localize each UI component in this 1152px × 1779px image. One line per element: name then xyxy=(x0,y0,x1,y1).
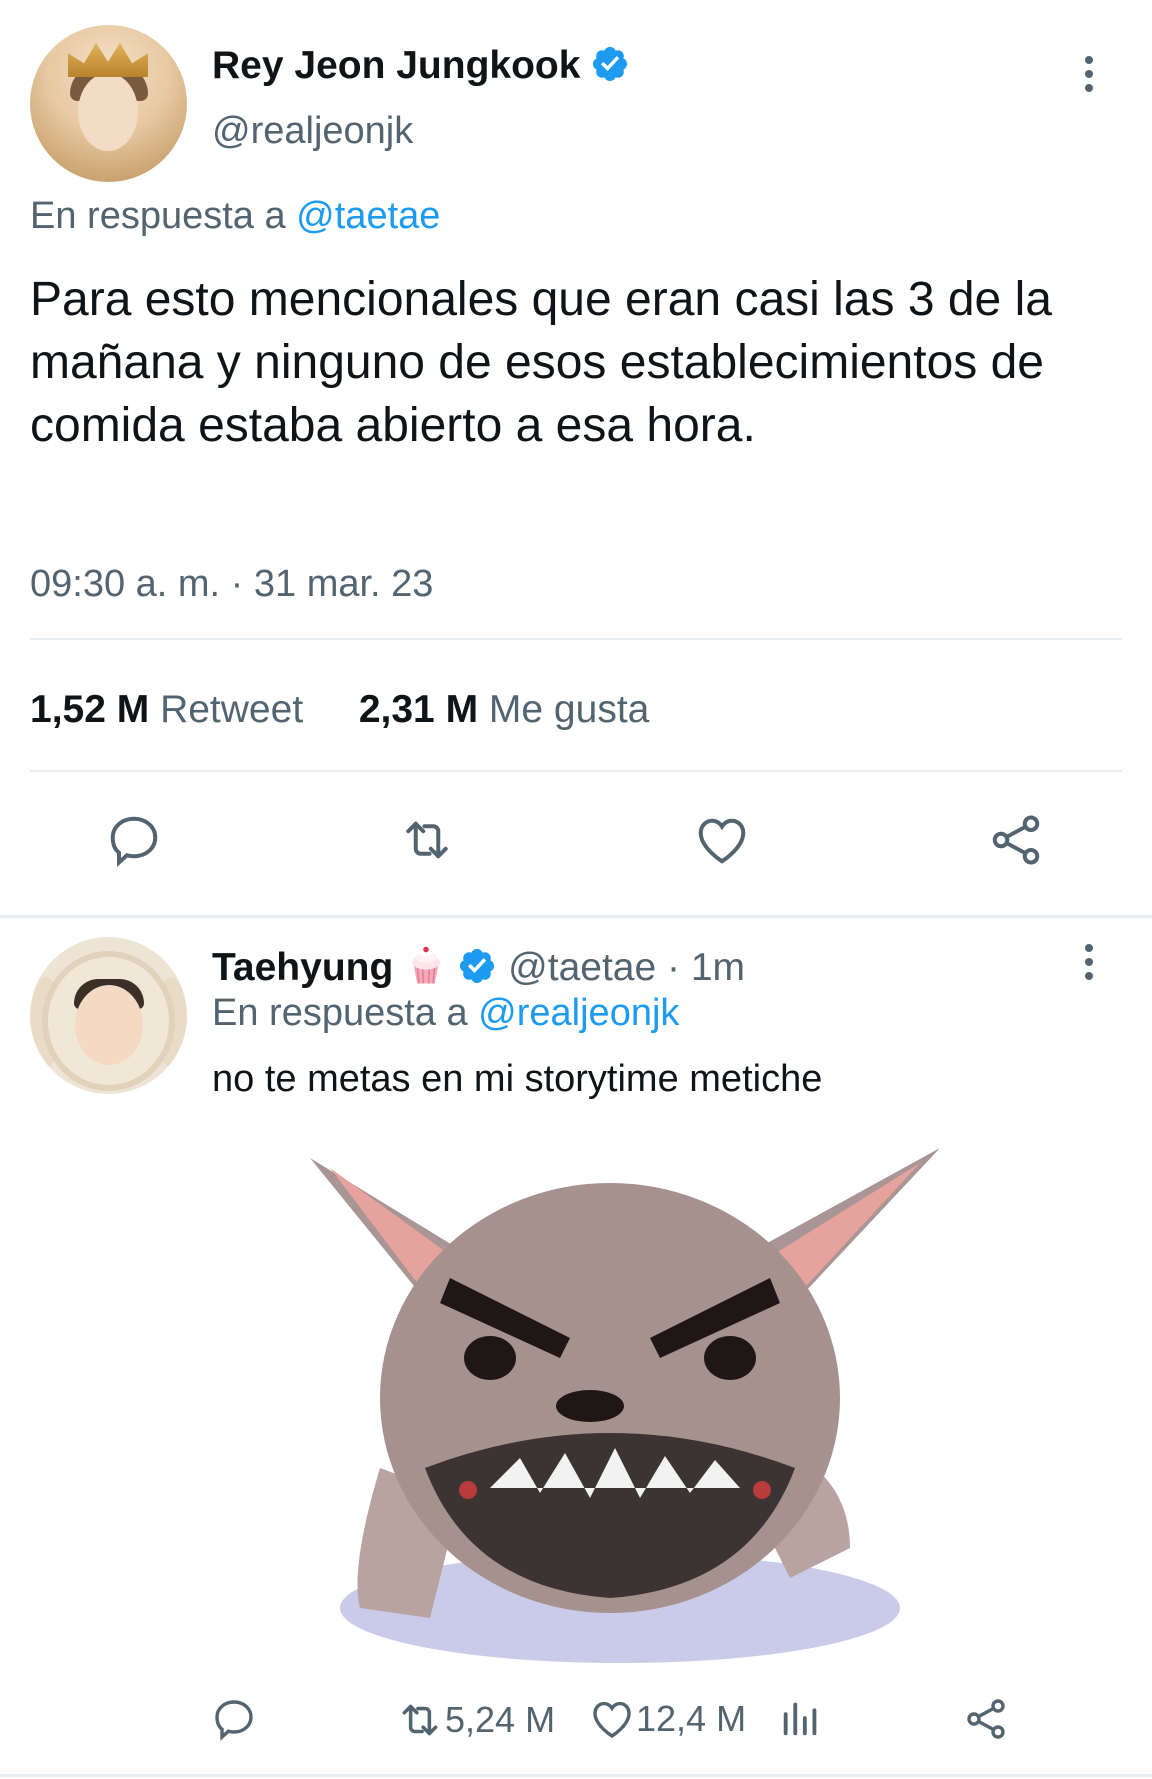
share-icon xyxy=(992,815,1040,865)
dog-gum-right xyxy=(753,1481,771,1499)
like-button[interactable] xyxy=(692,810,752,870)
reply-tweet-text: no te metas en mi storytime metiche xyxy=(212,1058,823,1100)
main-tweet-text: Para esto mencionales que eran casi las … xyxy=(30,273,1052,452)
like-label: Me gusta xyxy=(488,688,650,731)
divider xyxy=(30,638,1122,640)
share-icon xyxy=(967,1699,1005,1739)
avatar-face xyxy=(75,985,143,1065)
divider xyxy=(30,770,1122,772)
reply-context: En respuesta a @realjeonjk xyxy=(212,992,679,1035)
retweet-icon xyxy=(406,821,448,859)
more-vertical-icon[interactable] xyxy=(1082,944,1096,984)
heart-icon xyxy=(698,818,746,864)
reply-icon xyxy=(215,1700,253,1741)
retweet-icon xyxy=(402,1704,438,1736)
main-timestamp[interactable]: 09:30 a. m. · 31 mar. 23 xyxy=(30,563,433,606)
angry-dog-image[interactable] xyxy=(290,1138,970,1678)
reply-to-link[interactable]: @realjeonjk xyxy=(478,992,679,1034)
more-vertical-icon[interactable] xyxy=(1082,56,1096,96)
analytics-button[interactable] xyxy=(778,1695,824,1741)
reply-handle-time[interactable]: @taetae · 1m xyxy=(508,946,745,989)
reply-button[interactable] xyxy=(104,810,164,870)
bottom-divider xyxy=(0,1774,1152,1777)
engagement-stats: 1,52 M Retweet 2,31 M Me gusta xyxy=(30,688,649,732)
main-display-name[interactable]: Rey Jeon Jungkook xyxy=(212,44,630,88)
avatar-face xyxy=(78,73,138,151)
retweet-label: Retweet xyxy=(160,688,304,731)
reply-prefix: En respuesta a xyxy=(212,992,468,1034)
heart-icon xyxy=(593,1701,631,1739)
dog-nose xyxy=(556,1390,624,1422)
like-button[interactable]: 12,4 M xyxy=(588,1695,746,1743)
retweet-button[interactable]: 5,24 M xyxy=(395,1695,555,1745)
main-handle[interactable]: @realjeonjk xyxy=(212,110,413,153)
retweet-button[interactable] xyxy=(397,810,457,870)
retweet-count: 5,24 M xyxy=(445,1699,556,1740)
dog-eye-right xyxy=(704,1336,756,1380)
reply-icon xyxy=(110,816,158,868)
share-button[interactable] xyxy=(962,1695,1010,1743)
reply-display-name[interactable]: Taehyung xyxy=(212,946,393,989)
reply-to-link[interactable]: @taetae xyxy=(296,195,440,237)
like-stat[interactable]: 2,31 M Me gusta xyxy=(359,688,650,731)
dog-gum-left xyxy=(459,1481,477,1499)
like-count: 12,4 M xyxy=(636,1698,747,1739)
analytics-icon xyxy=(783,1702,817,1736)
section-divider xyxy=(0,915,1152,918)
avatar-taetae[interactable] xyxy=(30,937,187,1094)
retweet-stat[interactable]: 1,52 M Retweet xyxy=(30,688,303,731)
reply-prefix: En respuesta a xyxy=(30,195,286,237)
verified-badge-icon xyxy=(593,46,628,82)
main-reply-context: En respuesta a @taetae xyxy=(30,195,440,238)
share-button[interactable] xyxy=(986,810,1046,870)
retweet-count: 1,52 M xyxy=(30,688,150,731)
cupcake-emoji-icon xyxy=(412,946,441,984)
avatar-realjeonjk[interactable] xyxy=(30,25,187,182)
reply-button[interactable] xyxy=(210,1695,258,1743)
main-display-name-text[interactable]: Rey Jeon Jungkook xyxy=(212,44,580,87)
reply-header: Taehyung @taetae · 1m xyxy=(212,944,745,990)
verified-badge-icon xyxy=(460,948,495,984)
avatar-crown xyxy=(68,43,148,77)
like-count: 2,31 M xyxy=(358,688,479,731)
dog-eye-left xyxy=(464,1336,516,1380)
